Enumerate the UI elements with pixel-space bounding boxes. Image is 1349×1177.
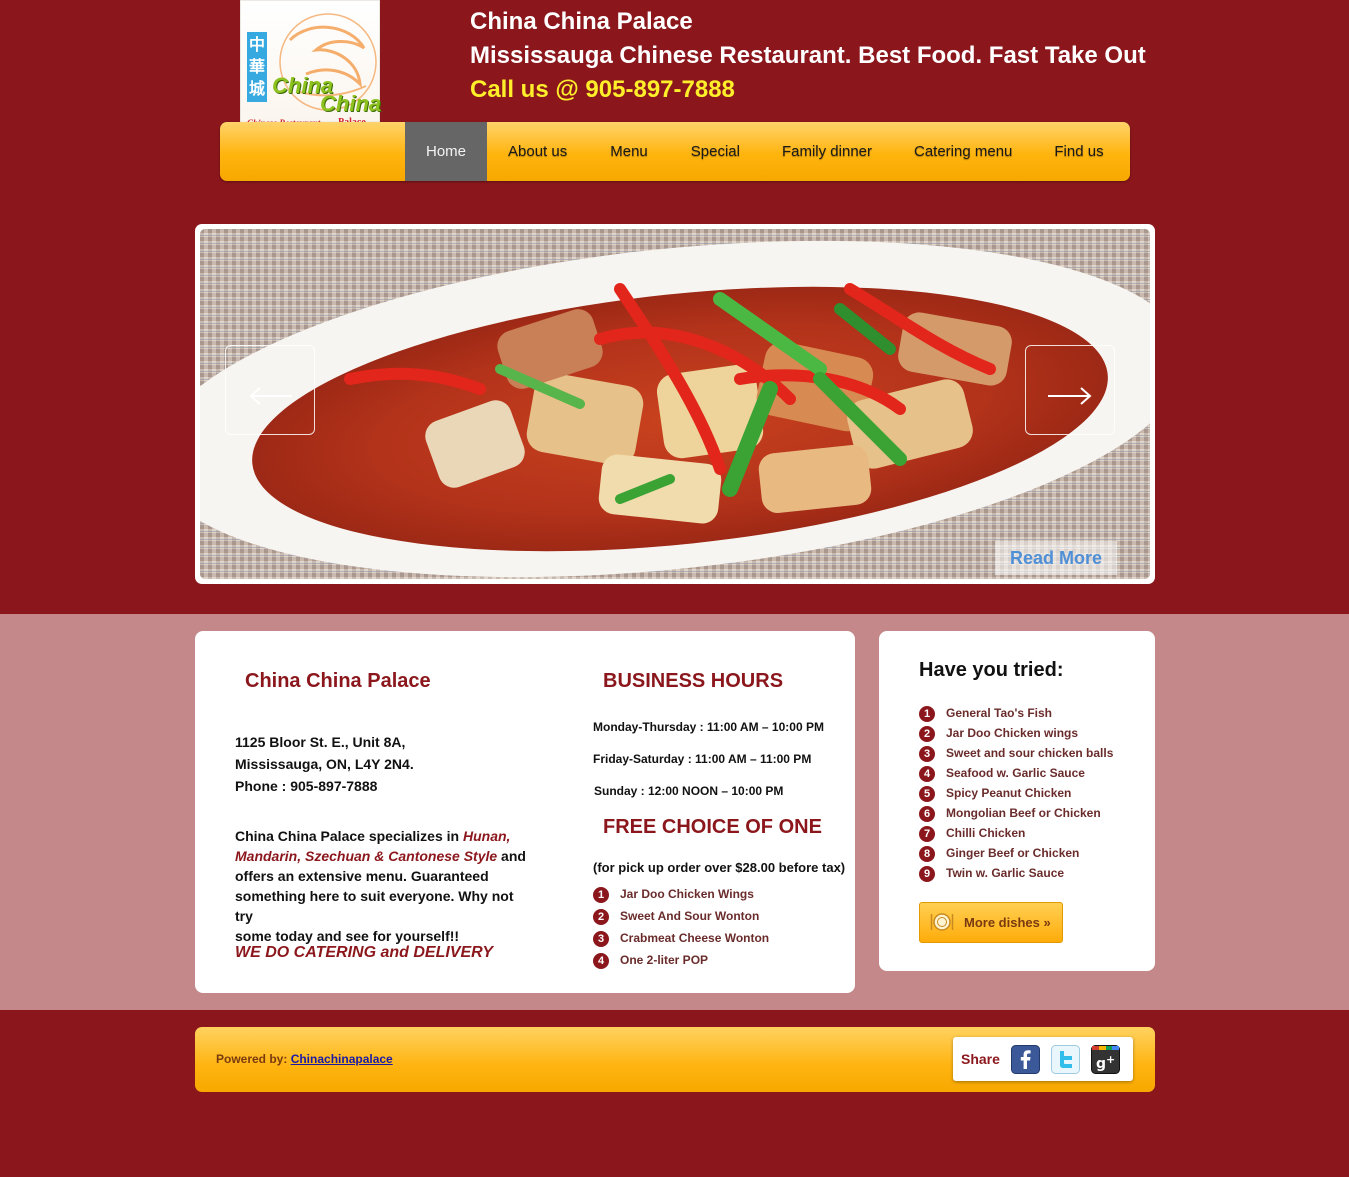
- twitter-icon[interactable]: [1051, 1045, 1080, 1074]
- facebook-icon[interactable]: [1011, 1045, 1040, 1074]
- hours-row-3: Sunday : 12:00 NOON – 10:00 PM: [594, 784, 784, 798]
- powered-by-link[interactable]: Chinachinapalace: [291, 1052, 393, 1066]
- nav-find-us[interactable]: Find us: [1033, 122, 1124, 181]
- catering-note: WE DO CATERING and DELIVERY: [235, 944, 494, 961]
- share-label: Share: [961, 1051, 1000, 1067]
- list-item: 2 Sweet And Sour Wonton: [593, 905, 769, 927]
- desc-styles-1: Hunan,: [462, 828, 511, 844]
- site-title: China China Palace: [470, 8, 693, 35]
- plate-icon: [930, 913, 954, 931]
- nav-special[interactable]: Special: [670, 122, 761, 181]
- list-item[interactable]: 8 Ginger Beef or Chicken: [919, 843, 1113, 863]
- logo-name-line2: China: [320, 91, 382, 116]
- google-plus-icon[interactable]: g +: [1091, 1045, 1120, 1074]
- desc-suffix: and: [497, 848, 526, 864]
- address-block: 1125 Bloor St. E., Unit 8A, Mississauga,…: [235, 731, 414, 797]
- image-slider: Read More: [195, 224, 1155, 584]
- share-box: Share g +: [953, 1037, 1133, 1081]
- nav-about-us[interactable]: About us: [487, 122, 588, 181]
- free-choice-heading: FREE CHOICE OF ONE: [603, 816, 822, 838]
- more-dishes-label: More dishes »: [964, 915, 1051, 930]
- call-us: Call us @ 905-897-7888: [470, 76, 735, 103]
- powered-by: Powered by: Chinachinapalace: [216, 1052, 393, 1066]
- desc-line-3: offers an extensive menu. Guaranteed: [235, 868, 489, 884]
- list-item[interactable]: 4 Seafood w. Garlic Sauce: [919, 763, 1113, 783]
- list-item: 1 Jar Doo Chicken Wings: [593, 883, 769, 905]
- address-line-2: Mississauga, ON, L4Y 2N4.: [235, 756, 414, 772]
- tried-heading: Have you tried:: [919, 659, 1064, 681]
- logo-chinese-text: 中華城: [248, 35, 265, 98]
- free-choice-list: 1 Jar Doo Chicken Wings 2 Sweet And Sour W…: [593, 883, 769, 971]
- footer-bar: Powered by: Chinachinapalace Share g +: [195, 1027, 1155, 1092]
- desc-line-4: something here to suit everyone. Why not…: [235, 888, 514, 924]
- main-nav: Home About us Menu Special Family dinner…: [220, 122, 1130, 181]
- list-item[interactable]: 2 Jar Doo Chicken wings: [919, 723, 1113, 743]
- free-choice-note: (for pick up order over $28.00 before ta…: [593, 860, 846, 875]
- desc-line-5: some today and see for yourself!!: [235, 928, 460, 944]
- desc-styles-2: Mandarin, Szechuan & Cantonese Style: [235, 848, 498, 864]
- slider-prev-button[interactable]: [225, 345, 315, 435]
- svg-text:+: +: [1106, 1053, 1115, 1066]
- slide-image: Read More: [200, 229, 1150, 579]
- nav-catering-menu[interactable]: Catering menu: [893, 122, 1033, 181]
- nav-menu[interactable]: Menu: [588, 122, 670, 181]
- list-item[interactable]: 7 Chilli Chicken: [919, 823, 1113, 843]
- business-hours-heading: BUSINESS HOURS: [603, 670, 784, 692]
- tried-list: 1 General Tao's Fish 2 Jar Doo Chicken win…: [919, 703, 1113, 883]
- list-item[interactable]: 6 Mongolian Beef or Chicken: [919, 803, 1113, 823]
- hours-row-1: Monday-Thursday : 11:00 AM – 10:00 PM: [593, 720, 824, 734]
- list-item[interactable]: 3 Sweet and sour chicken balls: [919, 743, 1113, 763]
- list-item[interactable]: 1 General Tao's Fish: [919, 703, 1113, 723]
- arrow-right-icon: [1048, 387, 1092, 405]
- dish-illustration: [200, 229, 1150, 579]
- desc-prefix: China China Palace specializes in: [235, 828, 463, 844]
- description: China China Palace specializes in Hunan,…: [235, 826, 535, 946]
- list-item[interactable]: 5 Spicy Peanut Chicken: [919, 783, 1113, 803]
- arrow-left-icon: [249, 387, 292, 405]
- read-more-button[interactable]: Read More: [995, 541, 1117, 575]
- nav-family-dinner[interactable]: Family dinner: [761, 122, 893, 181]
- phone-line: Phone : 905-897-7888: [235, 778, 378, 794]
- slider-next-button[interactable]: [1025, 345, 1115, 435]
- restaurant-name-heading: China China Palace: [245, 670, 431, 692]
- more-dishes-button[interactable]: More dishes »: [919, 902, 1063, 943]
- address-line-1: 1125 Bloor St. E., Unit 8A,: [235, 734, 406, 750]
- hours-row-2: Friday-Saturday : 11:00 AM – 11:00 PM: [593, 752, 812, 766]
- info-card: China China Palace 1125 Bloor St. E., Un…: [195, 631, 855, 993]
- list-item: 3 Crabmeat Cheese Wonton: [593, 927, 769, 949]
- svg-text:g: g: [1096, 1056, 1106, 1072]
- nav-home[interactable]: Home: [405, 122, 488, 181]
- list-item[interactable]: 9 Twin w. Garlic Sauce: [919, 863, 1113, 883]
- site-tagline: Mississauga Chinese Restaurant. Best Foo…: [470, 42, 1146, 69]
- list-item: 4 One 2-liter POP: [593, 949, 769, 971]
